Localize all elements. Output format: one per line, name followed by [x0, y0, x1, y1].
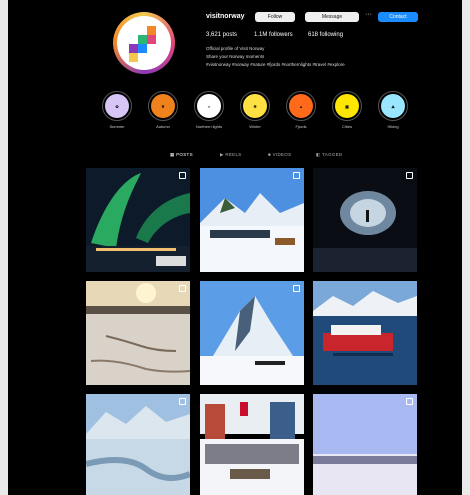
hiking-icon: ⛰ — [381, 94, 405, 118]
highlight-label: Hiking — [387, 124, 399, 129]
building-icon: ▦ — [335, 94, 359, 118]
post-coastal-ferry[interactable] — [313, 281, 417, 385]
bio-line: Official profile of Visit Norway — [206, 46, 265, 51]
post-dog-sled-snow[interactable] — [200, 168, 304, 272]
tab-label: TAGGED — [322, 152, 343, 157]
reels-icon: ▶ — [220, 152, 224, 157]
followers-count[interactable]: 1.1M followers — [254, 32, 293, 38]
posts-count: 3,621 posts — [206, 32, 238, 38]
multi-photo-icon — [179, 398, 186, 405]
post-pink-twilight-town[interactable] — [313, 394, 417, 495]
more-options-icon[interactable]: ··· — [365, 11, 372, 18]
tab-videos[interactable]: ■ VIDEOS — [268, 152, 291, 157]
message-button[interactable]: Message — [305, 12, 359, 22]
profile-tabs: ▦ POSTS ▶ REELS ■ VIDEOS ◧ TAGGED — [88, 150, 433, 160]
bio-line: Share your Norway moments — [206, 54, 265, 59]
highlight-label: Summer — [109, 124, 125, 129]
post-frozen-fjord-sunset[interactable] — [86, 281, 190, 385]
highlight-autumn[interactable]: ❦ Autumn — [148, 91, 178, 129]
profile-page: visitnorway Follow Message ··· Contact 3… — [8, 0, 462, 495]
leaf-icon: ❦ — [151, 94, 175, 118]
contact-button[interactable]: Contact — [378, 12, 418, 22]
tab-posts[interactable]: ▦ POSTS — [170, 152, 193, 158]
highlight-cities[interactable]: ▦ Cities — [332, 91, 362, 129]
highlight-summer[interactable]: ✿ Summer — [102, 91, 132, 129]
highlight-winter[interactable]: ❄ Winter — [240, 91, 270, 129]
following-count[interactable]: 618 following — [308, 32, 343, 38]
highlight-label: Northern lights — [195, 124, 222, 129]
video-icon: ■ — [268, 152, 272, 157]
post-sled-dog-race[interactable] — [200, 394, 304, 495]
follow-button[interactable]: Follow — [255, 12, 295, 22]
multi-photo-icon — [179, 285, 186, 292]
aurora-icon: ≈ — [197, 94, 221, 118]
bio-hashtags[interactable]: #visitnorway #norway #nature #fjords #no… — [206, 62, 345, 67]
multi-photo-icon — [293, 285, 300, 292]
multi-photo-icon — [293, 172, 300, 179]
tab-label: VIDEOS — [272, 152, 292, 157]
highlight-hiking[interactable]: ⛰ Hiking — [378, 91, 408, 129]
post-ice-cave[interactable] — [313, 168, 417, 272]
post-aurora-over-harbor[interactable] — [86, 168, 190, 272]
highlight-fjords[interactable]: ▲ Fjords — [286, 91, 316, 129]
highlight-label: Winter — [249, 124, 261, 129]
highlight-northern-lights[interactable]: ≈ Northern lights — [194, 91, 224, 129]
tab-label: POSTS — [176, 152, 193, 157]
highlight-label: Autumn — [156, 124, 170, 129]
snowflake-icon: ❄ — [243, 94, 267, 118]
multi-photo-icon — [179, 172, 186, 179]
flower-icon: ✿ — [105, 94, 129, 118]
multi-photo-icon — [406, 398, 413, 405]
multi-photo-icon — [406, 172, 413, 179]
profile-avatar[interactable] — [113, 12, 175, 74]
post-frozen-river-valley[interactable] — [86, 394, 190, 495]
tag-icon: ◧ — [316, 152, 321, 157]
tab-tagged[interactable]: ◧ TAGGED — [316, 152, 343, 158]
mountain-icon: ▲ — [289, 94, 313, 118]
profile-username: visitnorway — [206, 13, 245, 20]
post-snowy-peak-skiers[interactable] — [200, 281, 304, 385]
highlight-label: Cities — [341, 124, 352, 129]
highlight-label: Fjords — [295, 124, 307, 129]
tab-reels[interactable]: ▶ REELS — [220, 152, 242, 158]
norway-logo — [117, 16, 171, 70]
tab-label: REELS — [225, 152, 242, 157]
grid-icon: ▦ — [170, 152, 175, 157]
